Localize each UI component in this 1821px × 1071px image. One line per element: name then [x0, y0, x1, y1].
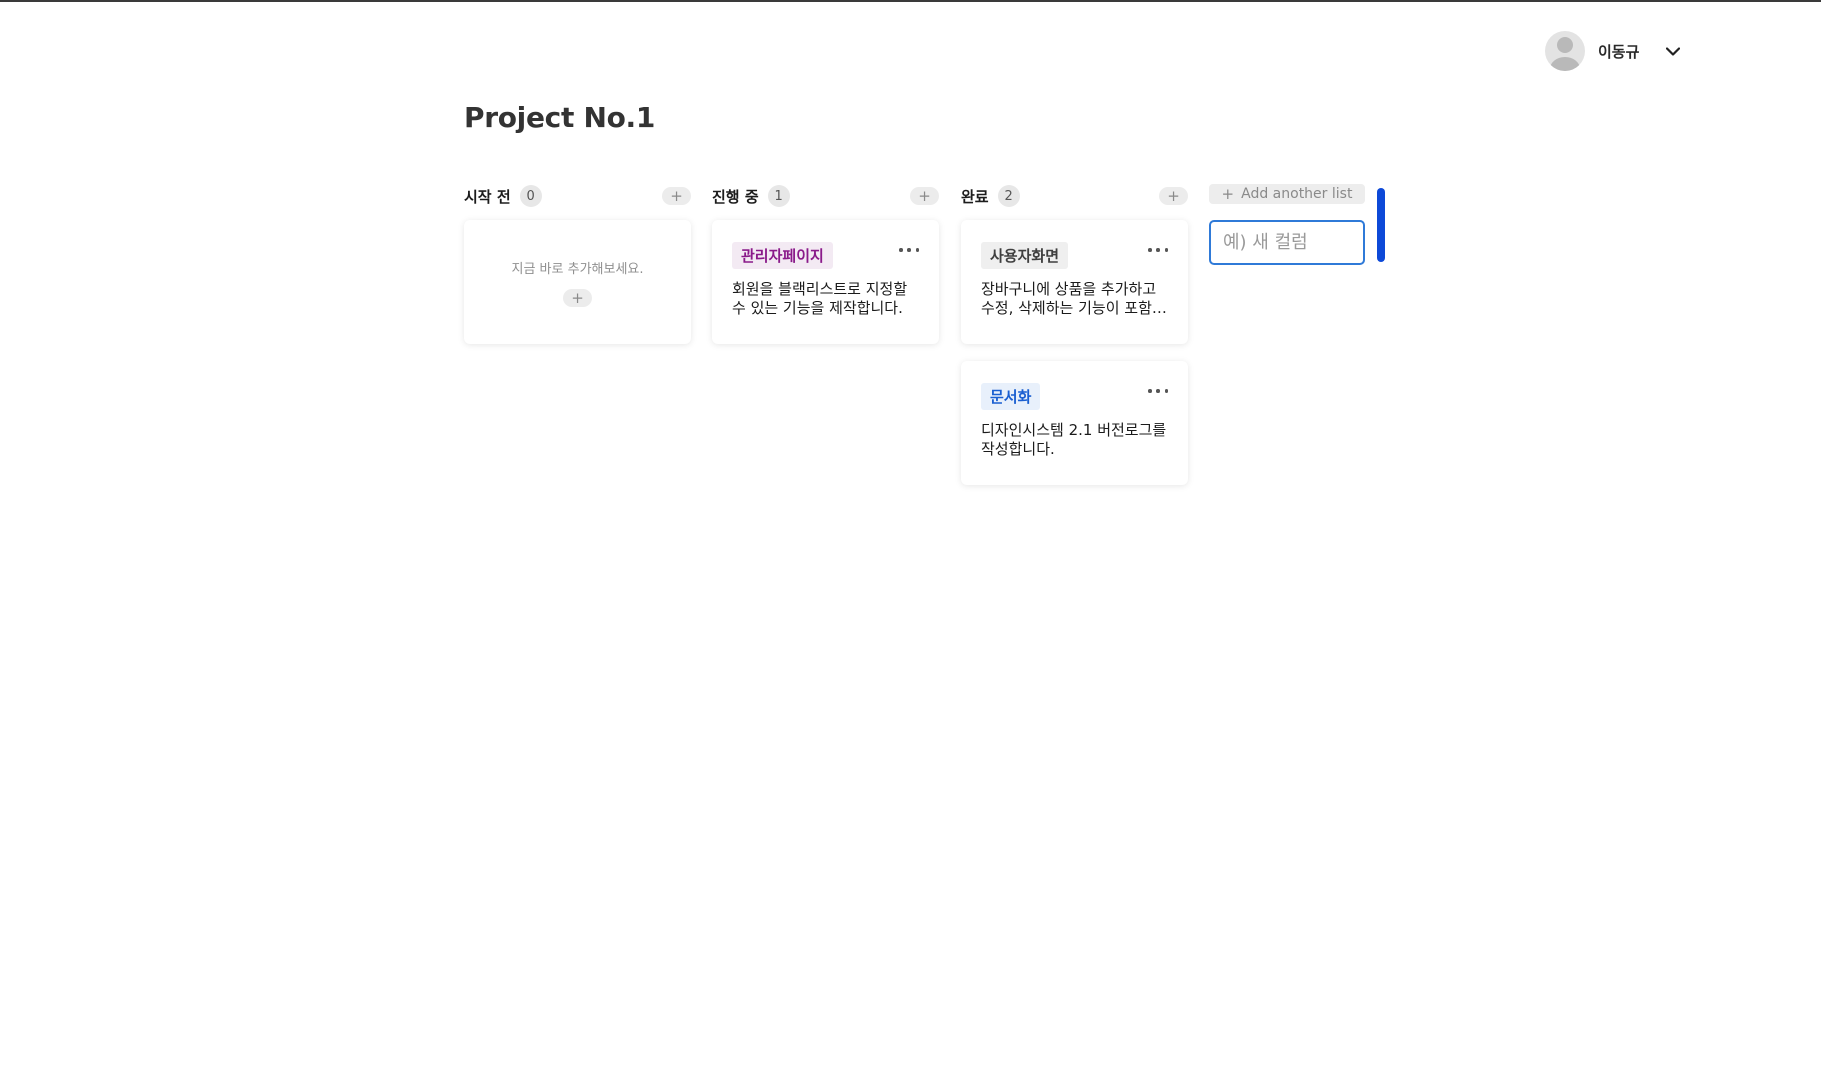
- column-body: 지금 바로 추가해보세요. +: [464, 220, 691, 344]
- count-badge: 1: [767, 185, 790, 207]
- add-card-button[interactable]: +: [1159, 187, 1188, 205]
- column-header: 시작 전 0 +: [464, 184, 691, 208]
- empty-add-button[interactable]: +: [563, 289, 592, 307]
- column-body: 사용자화면 장바구니에 상품을 추가하고 수정, 삭제하는 기능이 포함됩니다.…: [961, 220, 1188, 485]
- user-menu[interactable]: 이동규: [1545, 31, 1681, 71]
- count-badge: 0: [519, 185, 542, 207]
- column-done: 완료 2 + 사용자화면 장바구니에 상품을 추가하고 수정, 삭제하는 기능이…: [961, 184, 1188, 485]
- task-card[interactable]: 사용자화면 장바구니에 상품을 추가하고 수정, 삭제하는 기능이 포함됩니다.: [961, 220, 1188, 344]
- scrollbar[interactable]: [1377, 188, 1385, 262]
- count-badge: 2: [997, 185, 1020, 207]
- avatar[interactable]: [1545, 31, 1585, 71]
- card-text: 디자인시스템 2.1 버전로그를 작성합니다.: [981, 421, 1167, 458]
- column-title: 진행 중: [712, 187, 759, 206]
- empty-card: 지금 바로 추가해보세요. +: [464, 220, 691, 344]
- column-header: 완료 2 +: [961, 184, 1188, 208]
- card-text: 회원을 블랙리스트로 지정할 수 있는 기능을 제작합니다.: [732, 280, 908, 317]
- add-card-button[interactable]: +: [662, 187, 691, 205]
- add-card-button[interactable]: +: [910, 187, 939, 205]
- empty-state-text: 지금 바로 추가해보세요.: [511, 262, 644, 277]
- more-icon[interactable]: [899, 246, 919, 254]
- more-icon[interactable]: [1148, 246, 1168, 254]
- chevron-down-icon[interactable]: [1665, 43, 1681, 59]
- page-title: Project No.1: [464, 101, 656, 134]
- plus-icon: +: [1221, 185, 1235, 203]
- task-card[interactable]: 문서화 디자인시스템 2.1 버전로그를 작성합니다.: [961, 361, 1188, 485]
- more-icon[interactable]: [1148, 387, 1168, 395]
- column-title: 완료: [961, 187, 989, 206]
- top-border: [0, 0, 1821, 2]
- user-name[interactable]: 이동규: [1598, 41, 1639, 62]
- task-card[interactable]: 관리자페이지 회원을 블랙리스트로 지정할 수 있는 기능을 제작합니다.: [712, 220, 939, 344]
- column-title: 시작 전: [464, 187, 511, 206]
- card-text: 장바구니에 상품을 추가하고 수정, 삭제하는 기능이 포함됩니다.: [981, 280, 1166, 317]
- column-body: 관리자페이지 회원을 블랙리스트로 지정할 수 있는 기능을 제작합니다.: [712, 220, 939, 344]
- card-tag: 사용자화면: [981, 242, 1069, 269]
- card-tag: 문서화: [981, 383, 1041, 410]
- new-column-input[interactable]: [1209, 220, 1365, 265]
- column-todo: 시작 전 0 + 지금 바로 추가해보세요. +: [464, 184, 691, 344]
- card-tag: 관리자페이지: [732, 242, 833, 269]
- column-header: 진행 중 1 +: [712, 184, 939, 208]
- column-in-progress: 진행 중 1 + 관리자페이지 회원을 블랙리스트로 지정할 수 있는 기능을 …: [712, 184, 939, 344]
- add-list-label: Add another list: [1241, 186, 1353, 202]
- add-list-button[interactable]: + Add another list: [1209, 184, 1365, 204]
